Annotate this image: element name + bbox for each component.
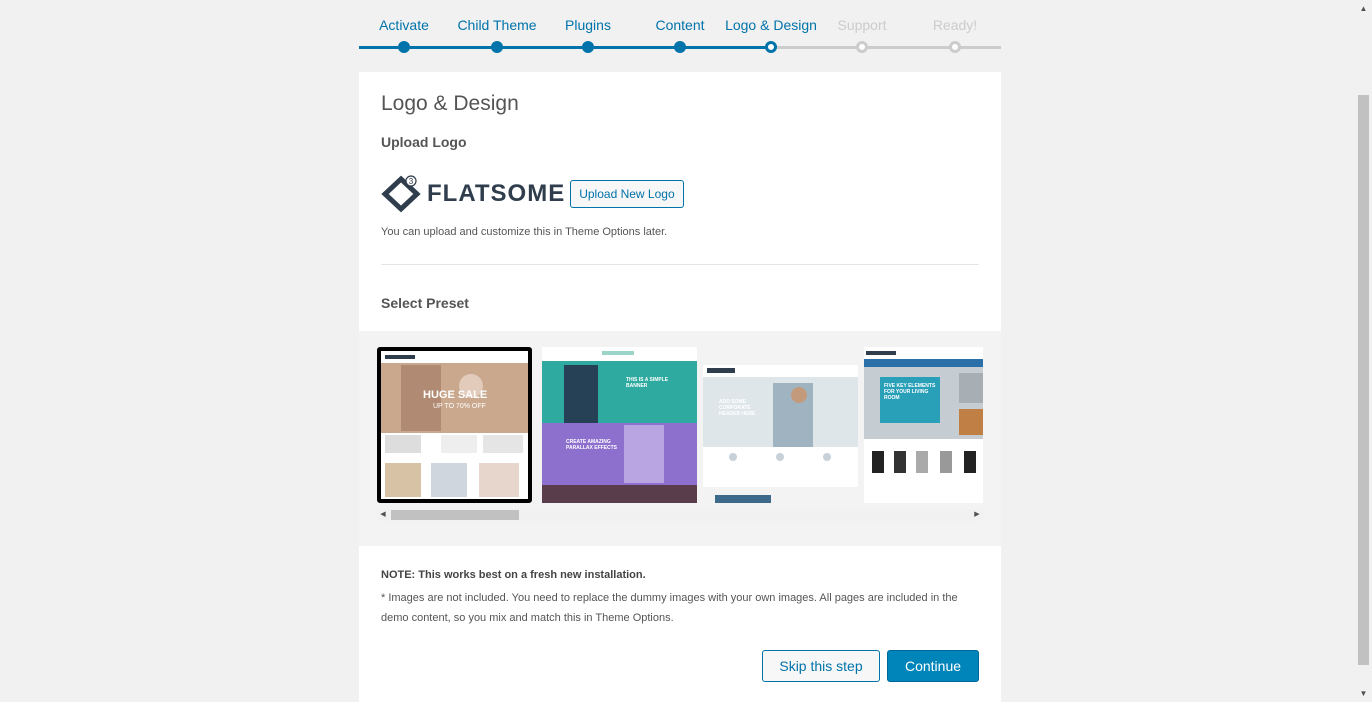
preset-headline: THIS IS A SIMPLE BANNER: [626, 377, 669, 389]
page-scrollbar-thumb[interactable]: [1358, 95, 1369, 665]
flatsome-logo-icon: 3: [381, 175, 421, 213]
preset-simple-banner[interactable]: THIS IS A SIMPLE BANNER CREATE AMAZING P…: [542, 347, 697, 503]
step-dot-child-theme: [491, 41, 503, 53]
svg-text:3: 3: [409, 177, 414, 186]
preset-scrollbar[interactable]: ◀ ▶: [377, 509, 983, 521]
preset-carousel: HUGE SALE UP TO 70% OFF THIS IS A SIMPLE…: [377, 347, 983, 507]
page-title: Logo & Design: [381, 92, 519, 115]
logo-wordmark: FLATSOME: [427, 180, 566, 207]
page-scrollbar[interactable]: ▲ ▼: [1355, 0, 1372, 702]
preset-scrollbar-thumb[interactable]: [391, 510, 519, 520]
step-ready: Ready!: [932, 17, 978, 33]
upload-new-logo-button[interactable]: Upload New Logo: [570, 180, 684, 208]
preset-furniture[interactable]: FIVE KEY ELEMENTS FOR YOUR LIVING ROOM: [864, 347, 983, 503]
preset-corporate[interactable]: ADD SOME CORPORATE HEADER HERE: [703, 347, 858, 503]
scroll-left-icon[interactable]: ◀: [377, 509, 389, 521]
logo-row: 3 FLATSOME Upload New Logo: [381, 175, 684, 213]
progress-track-done: [359, 46, 770, 49]
step-dot-support: [856, 41, 868, 53]
preset-thumbnail: [703, 347, 858, 503]
preset-subline: CREATE AMAZING PARALLAX EFFECTS: [566, 439, 618, 451]
wizard-content: Logo & Design Upload Logo 3 FLATSOME Upl…: [359, 72, 1001, 702]
preset-shop-fashion[interactable]: HUGE SALE UP TO 70% OFF: [377, 347, 532, 503]
scroll-up-icon[interactable]: ▲: [1355, 0, 1372, 17]
preset-thumbnail: [381, 351, 528, 497]
scroll-right-icon[interactable]: ▶: [971, 509, 983, 521]
setup-wizard: Activate Child Theme Plugins Content Log…: [359, 0, 1001, 702]
preset-headline: FIVE KEY ELEMENTS FOR YOUR LIVING ROOM: [884, 383, 936, 401]
preset-headline: HUGE SALE: [423, 389, 488, 401]
continue-button[interactable]: Continue: [887, 650, 979, 682]
upload-logo-heading: Upload Logo: [381, 134, 467, 150]
preset-headline: ADD SOME CORPORATE HEADER HERE: [719, 399, 756, 417]
progress-track-todo: [770, 46, 1001, 49]
step-child-theme[interactable]: Child Theme: [457, 17, 536, 33]
preset-subline: UP TO 70% OFF: [433, 403, 486, 410]
step-logo-design[interactable]: Logo & Design: [725, 17, 817, 33]
step-dot-logo-design: [765, 41, 777, 53]
preset-thumbnail: [542, 347, 697, 503]
section-divider: [381, 264, 979, 265]
note-text: * Images are not included. You need to r…: [381, 592, 958, 624]
preset-strip: HUGE SALE UP TO 70% OFF THIS IS A SIMPLE…: [359, 331, 1001, 546]
preset-thumbnail: [864, 347, 983, 503]
logo-help-text: You can upload and customize this in The…: [381, 226, 668, 238]
step-support: Support: [837, 17, 887, 33]
steps-progress: Activate Child Theme Plugins Content Log…: [359, 0, 1001, 72]
step-dot-content: [674, 41, 686, 53]
note-heading: NOTE: This works best on a fresh new ins…: [381, 569, 646, 581]
step-content[interactable]: Content: [655, 17, 704, 33]
step-dot-activate: [398, 41, 410, 53]
step-activate[interactable]: Activate: [379, 17, 429, 33]
step-plugins[interactable]: Plugins: [565, 17, 611, 33]
scroll-down-icon[interactable]: ▼: [1355, 685, 1372, 702]
step-dot-plugins: [582, 41, 594, 53]
step-dot-ready: [949, 41, 961, 53]
select-preset-heading: Select Preset: [381, 295, 469, 311]
skip-step-button[interactable]: Skip this step: [762, 650, 880, 682]
